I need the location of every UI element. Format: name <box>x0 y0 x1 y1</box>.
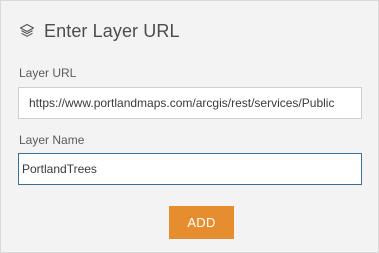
panel-header: Enter Layer URL <box>18 19 180 43</box>
layers-icon <box>18 22 36 40</box>
layer-url-input[interactable] <box>18 87 362 119</box>
layer-name-input[interactable] <box>18 153 362 185</box>
add-button[interactable]: ADD <box>169 206 234 239</box>
panel-title: Enter Layer URL <box>44 20 180 41</box>
add-layer-panel: Enter Layer URL Layer URL Layer Name ADD <box>0 0 379 253</box>
layer-url-label: Layer URL <box>19 66 77 80</box>
layer-name-label: Layer Name <box>19 133 85 147</box>
